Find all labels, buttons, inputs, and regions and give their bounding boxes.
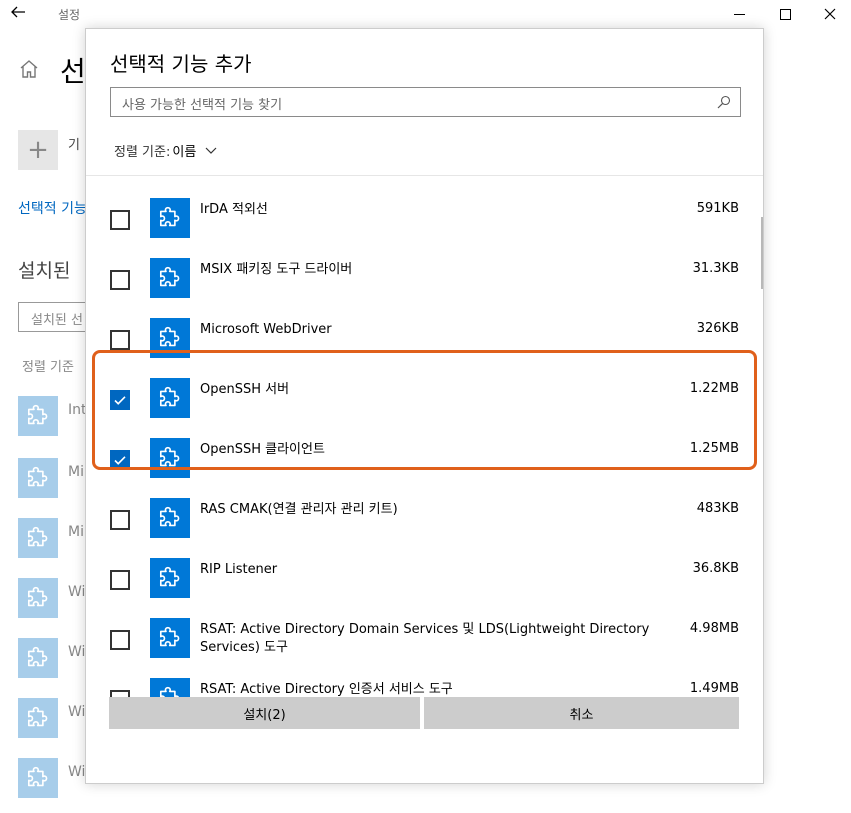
feature-checkbox[interactable] — [110, 630, 130, 650]
puzzle-icon — [18, 458, 58, 498]
feature-size: 1.25MB — [689, 441, 739, 456]
puzzle-icon — [150, 618, 190, 658]
title-bar: 설정 — [0, 0, 851, 28]
install-button[interactable]: 설치(2) — [109, 697, 420, 729]
feature-name: RIP Listener — [200, 562, 278, 577]
puzzle-icon — [150, 378, 190, 418]
feature-row[interactable]: RSAT: Active Directory Domain Services 및… — [86, 610, 763, 670]
installed-item-label: Wi — [68, 584, 86, 600]
puzzle-icon — [150, 438, 190, 478]
feature-row[interactable]: MSIX 패키징 도구 드라이버 31.3KB — [86, 250, 763, 310]
puzzle-icon — [150, 318, 190, 358]
add-feature-label: 기 — [68, 138, 80, 153]
add-optional-feature-dialog: 선택적 기능 추가 사용 가능한 선택적 기능 찾기 정렬 기준: 이름 IrD… — [85, 28, 764, 784]
close-icon[interactable] — [818, 2, 842, 26]
feature-search-input[interactable]: 사용 가능한 선택적 기능 찾기 — [110, 87, 741, 117]
feature-checkbox[interactable] — [110, 210, 130, 230]
installed-item-label: Wi — [68, 764, 86, 780]
feature-name: RAS CMAK(연결 관리자 관리 키트) — [200, 502, 398, 517]
feature-row[interactable]: IrDA 적외선 591KB — [86, 190, 763, 250]
feature-checkbox[interactable] — [110, 390, 130, 410]
feature-name: OpenSSH 클라이언트 — [200, 442, 325, 457]
installed-heading: 설치된 — [18, 260, 71, 282]
installed-item-label: Int — [68, 402, 86, 418]
feature-checkbox[interactable] — [110, 450, 130, 470]
optional-features-link[interactable]: 선택적 기능 — [18, 198, 86, 218]
add-feature-button[interactable]: + — [18, 130, 58, 170]
puzzle-icon — [18, 396, 58, 436]
feature-row[interactable]: RIP Listener 36.8KB — [86, 550, 763, 610]
home-icon[interactable] — [18, 58, 40, 80]
plus-icon: + — [27, 135, 49, 165]
feature-row[interactable]: OpenSSH 서버 1.22MB — [86, 370, 763, 430]
search-placeholder: 사용 가능한 선택적 기능 찾기 — [122, 98, 283, 113]
puzzle-icon — [18, 698, 58, 738]
feature-size: 1.22MB — [689, 381, 739, 396]
feature-size: 483KB — [696, 501, 739, 516]
feature-name: Microsoft WebDriver — [200, 322, 332, 337]
back-arrow-icon[interactable] — [8, 4, 28, 24]
feature-checkbox[interactable] — [110, 510, 130, 530]
puzzle-icon — [150, 258, 190, 298]
installed-sort-label: 정렬 기준 — [22, 360, 74, 375]
page-heading: 선 — [60, 55, 86, 88]
scrollbar-thumb[interactable] — [761, 217, 763, 289]
feature-list: IrDA 적외선 591KB MSIX 패키징 도구 드라이버 31.3KB Micro… — [86, 176, 763, 709]
feature-name: MSIX 패키징 도구 드라이버 — [200, 262, 353, 277]
feature-checkbox[interactable] — [110, 270, 130, 290]
sort-value: 이름 — [172, 145, 197, 160]
cancel-button[interactable]: 취소 — [424, 697, 739, 729]
installed-item-label: Mi — [68, 464, 84, 480]
feature-name: IrDA 적외선 — [200, 202, 268, 217]
checkmark-icon — [114, 396, 126, 405]
puzzle-icon — [150, 198, 190, 238]
feature-row[interactable]: RAS CMAK(연결 관리자 관리 키트) 483KB — [86, 490, 763, 550]
checkmark-icon — [114, 456, 126, 465]
puzzle-icon — [150, 498, 190, 538]
puzzle-icon — [18, 758, 58, 798]
minimize-icon[interactable] — [727, 2, 751, 26]
feature-size: 591KB — [696, 201, 739, 216]
feature-size: 31.3KB — [692, 261, 739, 276]
feature-row[interactable]: Microsoft WebDriver 326KB — [86, 310, 763, 370]
feature-size: 1.49MB — [689, 681, 739, 696]
puzzle-icon — [18, 578, 58, 618]
puzzle-icon — [18, 518, 58, 558]
dialog-title: 선택적 기능 추가 — [110, 52, 252, 76]
installed-item-label: Wi — [68, 704, 86, 720]
feature-row[interactable]: OpenSSH 클라이언트 1.25MB — [86, 430, 763, 490]
feature-size: 36.8KB — [692, 561, 739, 576]
sort-dropdown[interactable]: 정렬 기준: 이름 — [114, 141, 217, 160]
chevron-down-icon — [205, 147, 217, 154]
puzzle-icon — [18, 638, 58, 678]
feature-size: 4.98MB — [689, 621, 739, 636]
installed-item-label: Wi — [68, 644, 86, 660]
window-title: 설정 — [58, 8, 81, 22]
puzzle-icon — [150, 558, 190, 598]
sort-label: 정렬 기준: — [114, 145, 171, 160]
feature-size: 326KB — [696, 321, 739, 336]
feature-name: OpenSSH 서버 — [200, 382, 290, 397]
feature-checkbox[interactable] — [110, 330, 130, 350]
feature-name: RSAT: Active Directory Domain Services 및… — [200, 622, 650, 655]
maximize-icon[interactable] — [773, 2, 797, 26]
feature-checkbox[interactable] — [110, 570, 130, 590]
search-icon — [717, 95, 731, 109]
installed-item-label: Mi — [68, 524, 84, 540]
